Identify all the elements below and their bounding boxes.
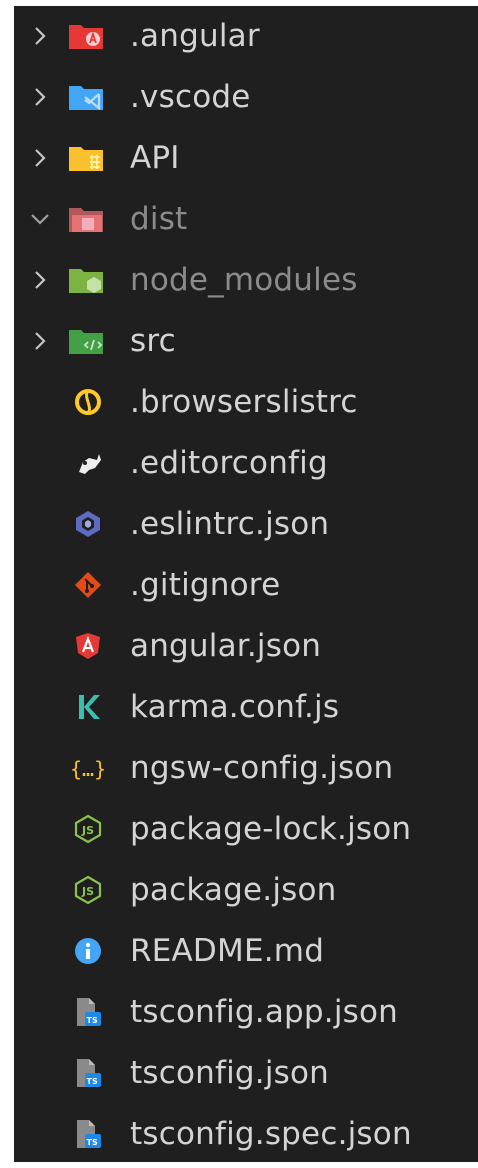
item-label: README.md	[130, 933, 325, 969]
vscode-folder-icon	[68, 81, 104, 113]
angular-icon	[70, 630, 106, 662]
file-row-angular-json[interactable]: angular.json	[14, 616, 478, 677]
file-row-editorconfig[interactable]: .editorconfig	[14, 433, 478, 494]
file-row-package-json[interactable]: JS package.json	[14, 860, 478, 921]
item-label: tsconfig.json	[130, 1055, 329, 1091]
folder-row-src[interactable]: src	[14, 311, 478, 372]
folder-row-dist[interactable]: dist	[14, 189, 478, 250]
node-folder-icon	[68, 264, 104, 296]
file-row-readme[interactable]: README.md	[14, 921, 478, 982]
svg-text:TS: TS	[87, 1077, 98, 1086]
chevron-down-icon[interactable]	[28, 207, 52, 231]
svg-text:JS: JS	[81, 824, 94, 837]
folder-row-angular[interactable]: .angular	[14, 6, 478, 67]
folder-row-node-modules[interactable]: node_modules	[14, 250, 478, 311]
file-row-browserslistrc[interactable]: .browserslistrc	[14, 372, 478, 433]
json-braces-icon: {…}	[70, 752, 106, 784]
file-row-gitignore[interactable]: .gitignore	[14, 555, 478, 616]
item-label: tsconfig.app.json	[130, 994, 399, 1030]
item-label: .gitignore	[130, 567, 281, 603]
svg-text:TS: TS	[87, 1016, 98, 1025]
eslint-icon	[70, 508, 106, 540]
file-row-tsconfig-app[interactable]: TS tsconfig.app.json	[14, 982, 478, 1043]
api-folder-icon	[68, 142, 104, 174]
dist-folder-icon	[68, 203, 104, 235]
svg-text:{…}: {…}	[70, 757, 106, 781]
file-row-ngsw-config[interactable]: {…} ngsw-config.json	[14, 738, 478, 799]
item-label: .editorconfig	[130, 445, 328, 481]
item-label: angular.json	[130, 628, 322, 664]
chevron-right-icon[interactable]	[28, 268, 52, 292]
editorconfig-icon	[70, 447, 106, 479]
chevron-right-icon[interactable]	[28, 85, 52, 109]
karma-icon	[70, 691, 106, 723]
src-folder-icon	[68, 325, 104, 357]
item-label: .eslintrc.json	[130, 506, 330, 542]
chevron-right-icon[interactable]	[28, 24, 52, 48]
tsconfig-icon: TS	[70, 1057, 106, 1089]
svg-text:JS: JS	[81, 885, 94, 898]
file-explorer: .angular .vscode API dist node_modules s…	[14, 6, 478, 1162]
browserslist-icon	[70, 386, 106, 418]
item-label: .angular	[130, 18, 260, 54]
item-label: ngsw-config.json	[130, 750, 394, 786]
file-row-karma-conf[interactable]: karma.conf.js	[14, 677, 478, 738]
item-label: tsconfig.spec.json	[130, 1116, 412, 1152]
tsconfig-icon: TS	[70, 996, 106, 1028]
item-label: src	[130, 323, 176, 359]
chevron-right-icon[interactable]	[28, 329, 52, 353]
info-icon	[70, 935, 106, 967]
item-label: package-lock.json	[130, 811, 412, 847]
chevron-right-icon[interactable]	[28, 146, 52, 170]
item-label: karma.conf.js	[130, 689, 340, 725]
folder-row-api[interactable]: API	[14, 128, 478, 189]
file-row-tsconfig-spec[interactable]: TS tsconfig.spec.json	[14, 1104, 478, 1165]
file-row-package-lock[interactable]: JS package-lock.json	[14, 799, 478, 860]
file-row-eslintrc[interactable]: .eslintrc.json	[14, 494, 478, 555]
item-label: .vscode	[130, 79, 251, 115]
nodejs-icon: JS	[70, 813, 106, 845]
item-label: .browserslistrc	[130, 384, 358, 420]
item-label: node_modules	[130, 262, 358, 298]
folder-row-vscode[interactable]: .vscode	[14, 67, 478, 128]
git-icon	[70, 569, 106, 601]
angular-folder-icon	[68, 20, 104, 52]
file-row-tsconfig[interactable]: TS tsconfig.json	[14, 1043, 478, 1104]
nodejs-icon: JS	[70, 874, 106, 906]
item-label: package.json	[130, 872, 337, 908]
item-label: dist	[130, 201, 188, 237]
item-label: API	[130, 140, 180, 176]
svg-text:TS: TS	[87, 1138, 98, 1147]
tsconfig-icon: TS	[70, 1118, 106, 1150]
